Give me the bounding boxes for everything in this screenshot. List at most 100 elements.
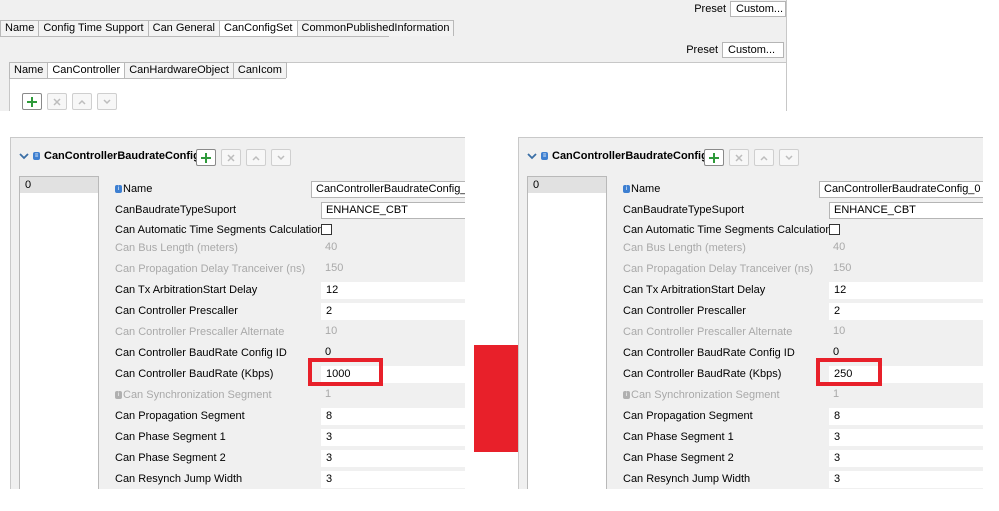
- panel-title: CanControllerBaudrateConfig: [44, 150, 200, 162]
- move-up-button[interactable]: [754, 149, 774, 166]
- prop-label: Can Tx ArbitrationStart Delay: [623, 284, 766, 296]
- move-down-button[interactable]: [97, 93, 117, 110]
- name-field[interactable]: CanControllerBaudrateConfig_0: [819, 181, 983, 198]
- prop-row: Can Bus Length (meters): [115, 239, 238, 257]
- prescaller-alternate-field: 10: [833, 325, 846, 337]
- prop-label: Can Controller Prescaller: [623, 305, 746, 317]
- prop-label: Can Controller BaudRate (Kbps): [623, 368, 782, 380]
- prop-label: Can Controller BaudRate Config ID: [623, 347, 795, 359]
- prop-row: Can Phase Segment 2: [623, 449, 734, 467]
- prop-row: Can Controller BaudRate Config ID: [623, 344, 795, 362]
- plus-icon: [201, 152, 211, 163]
- tab-can-hardware-object[interactable]: CanHardwareObject: [124, 62, 234, 78]
- tab-can-general[interactable]: Can General: [147, 20, 220, 36]
- tab-inner-name[interactable]: Name: [9, 62, 49, 78]
- prop-label: Can Controller Prescaller Alternate: [115, 326, 285, 338]
- prop-row: Can Automatic Time Segments Calculation: [115, 221, 324, 239]
- preset-combo[interactable]: Custom...: [730, 1, 786, 17]
- prop-label: CanBaudrateTypeSuport: [623, 204, 745, 216]
- prop-row: i Can Synchronization Segment: [115, 386, 272, 404]
- tab-can-controller[interactable]: CanController: [47, 62, 126, 78]
- propagation-segment-field[interactable]: 8: [321, 408, 465, 425]
- phase-segment-2-field[interactable]: 3: [829, 450, 983, 467]
- name-field[interactable]: CanControllerBaudrateConfig_0: [311, 181, 465, 198]
- add-button[interactable]: [22, 93, 42, 110]
- prescaller-field[interactable]: 2: [321, 303, 465, 320]
- baudrate-type-combo[interactable]: ENHANCE_CBT: [321, 202, 465, 219]
- tx-arbitration-delay-field[interactable]: 12: [321, 282, 465, 299]
- chevron-down-icon: [277, 154, 285, 160]
- prop-row: Can Resynch Jump Width: [115, 470, 242, 488]
- prop-row: Can Propagation Delay Tranceiver (ns): [623, 260, 813, 278]
- chevron-up-icon: [760, 155, 768, 161]
- add-button[interactable]: [704, 149, 724, 166]
- prop-row-name: i Name: [623, 180, 660, 198]
- baudrate-config-panel-after: ≡ CanControllerBaudrateConfig 0 i Name C…: [518, 137, 983, 489]
- prop-row: Can Controller BaudRate Config ID: [115, 344, 287, 362]
- prop-label: Can Phase Segment 2: [623, 452, 734, 464]
- delete-button[interactable]: [47, 93, 67, 110]
- move-down-button[interactable]: [779, 149, 799, 166]
- resynch-jump-width-field[interactable]: 3: [829, 471, 983, 488]
- plus-icon: [709, 152, 719, 163]
- config-icon: ≡: [33, 152, 40, 160]
- prop-row: CanBaudrateTypeSuport: [115, 201, 236, 219]
- prop-row: Can Propagation Delay Tranceiver (ns): [115, 260, 305, 278]
- list-item[interactable]: 0: [20, 177, 98, 193]
- tab-config-time-support[interactable]: Config Time Support: [38, 20, 149, 36]
- delete-button[interactable]: [729, 149, 749, 166]
- chevron-down-icon[interactable]: [18, 150, 30, 162]
- move-up-button[interactable]: [246, 149, 266, 166]
- prop-label: Can Propagation Segment: [115, 410, 245, 422]
- prop-row: Can Propagation Segment: [623, 407, 753, 425]
- can-config-set-area: Name CanController CanHardwareObject Can…: [9, 62, 787, 111]
- bus-length-field: 40: [833, 241, 846, 253]
- inner-preset-combo[interactable]: Custom...: [722, 42, 784, 58]
- tab-can-config-set[interactable]: CanConfigSet: [219, 20, 298, 36]
- baudrate-type-combo[interactable]: ENHANCE_CBT: [829, 202, 983, 219]
- x-icon: [735, 153, 743, 162]
- prop-label: Can Propagation Segment: [623, 410, 753, 422]
- prop-row: Can Resynch Jump Width: [623, 470, 750, 488]
- prop-label: Can Phase Segment 1: [115, 431, 226, 443]
- prop-label: Can Resynch Jump Width: [623, 473, 751, 485]
- plus-icon: [27, 96, 37, 107]
- chevron-up-icon: [78, 99, 86, 105]
- list-item[interactable]: 0: [528, 177, 606, 193]
- propagation-delay-field: 150: [833, 262, 852, 274]
- prop-row: Can Tx ArbitrationStart Delay: [623, 281, 765, 299]
- prop-label: Name: [631, 183, 661, 195]
- tx-arbitration-delay-field[interactable]: 12: [829, 282, 983, 299]
- prop-row: Can Phase Segment 1: [623, 428, 734, 446]
- add-button[interactable]: [196, 149, 216, 166]
- move-down-button[interactable]: [271, 149, 291, 166]
- main-tabs: Name Config Time Support Can General Can…: [0, 20, 455, 37]
- auto-time-segments-checkbox[interactable]: [829, 224, 840, 235]
- sync-segment-field: 1: [833, 388, 840, 400]
- highlight-box: [816, 358, 882, 386]
- panel-toolbar: [196, 149, 291, 166]
- prop-row: i Can Synchronization Segment: [623, 386, 780, 404]
- prop-row: Can Controller Prescaller Alternate: [623, 323, 792, 341]
- auto-time-segments-checkbox[interactable]: [321, 224, 332, 235]
- prop-label: Can Synchronization Segment: [123, 389, 272, 401]
- x-icon: [53, 97, 61, 106]
- phase-segment-1-field[interactable]: 3: [321, 429, 465, 446]
- resynch-jump-width-field[interactable]: 3: [321, 471, 465, 488]
- phase-segment-2-field[interactable]: 3: [321, 450, 465, 467]
- tab-common-published-information[interactable]: CommonPublishedInformation: [296, 20, 455, 36]
- phase-segment-1-field[interactable]: 3: [829, 429, 983, 446]
- move-up-button[interactable]: [72, 93, 92, 110]
- info-icon: i: [623, 185, 630, 193]
- tab-can-icom[interactable]: CanIcom: [232, 62, 287, 78]
- delete-button[interactable]: [221, 149, 241, 166]
- prop-row: Can Controller Prescaller: [115, 302, 238, 320]
- tab-name[interactable]: Name: [0, 20, 40, 36]
- preset-row: Preset Custom...: [694, 0, 786, 18]
- prop-row: CanBaudrateTypeSuport: [623, 201, 744, 219]
- propagation-segment-field[interactable]: 8: [829, 408, 983, 425]
- prop-row: Can Bus Length (meters): [623, 239, 746, 257]
- prescaller-field[interactable]: 2: [829, 303, 983, 320]
- chevron-down-icon[interactable]: [526, 150, 538, 162]
- prop-label: Can Synchronization Segment: [631, 389, 780, 401]
